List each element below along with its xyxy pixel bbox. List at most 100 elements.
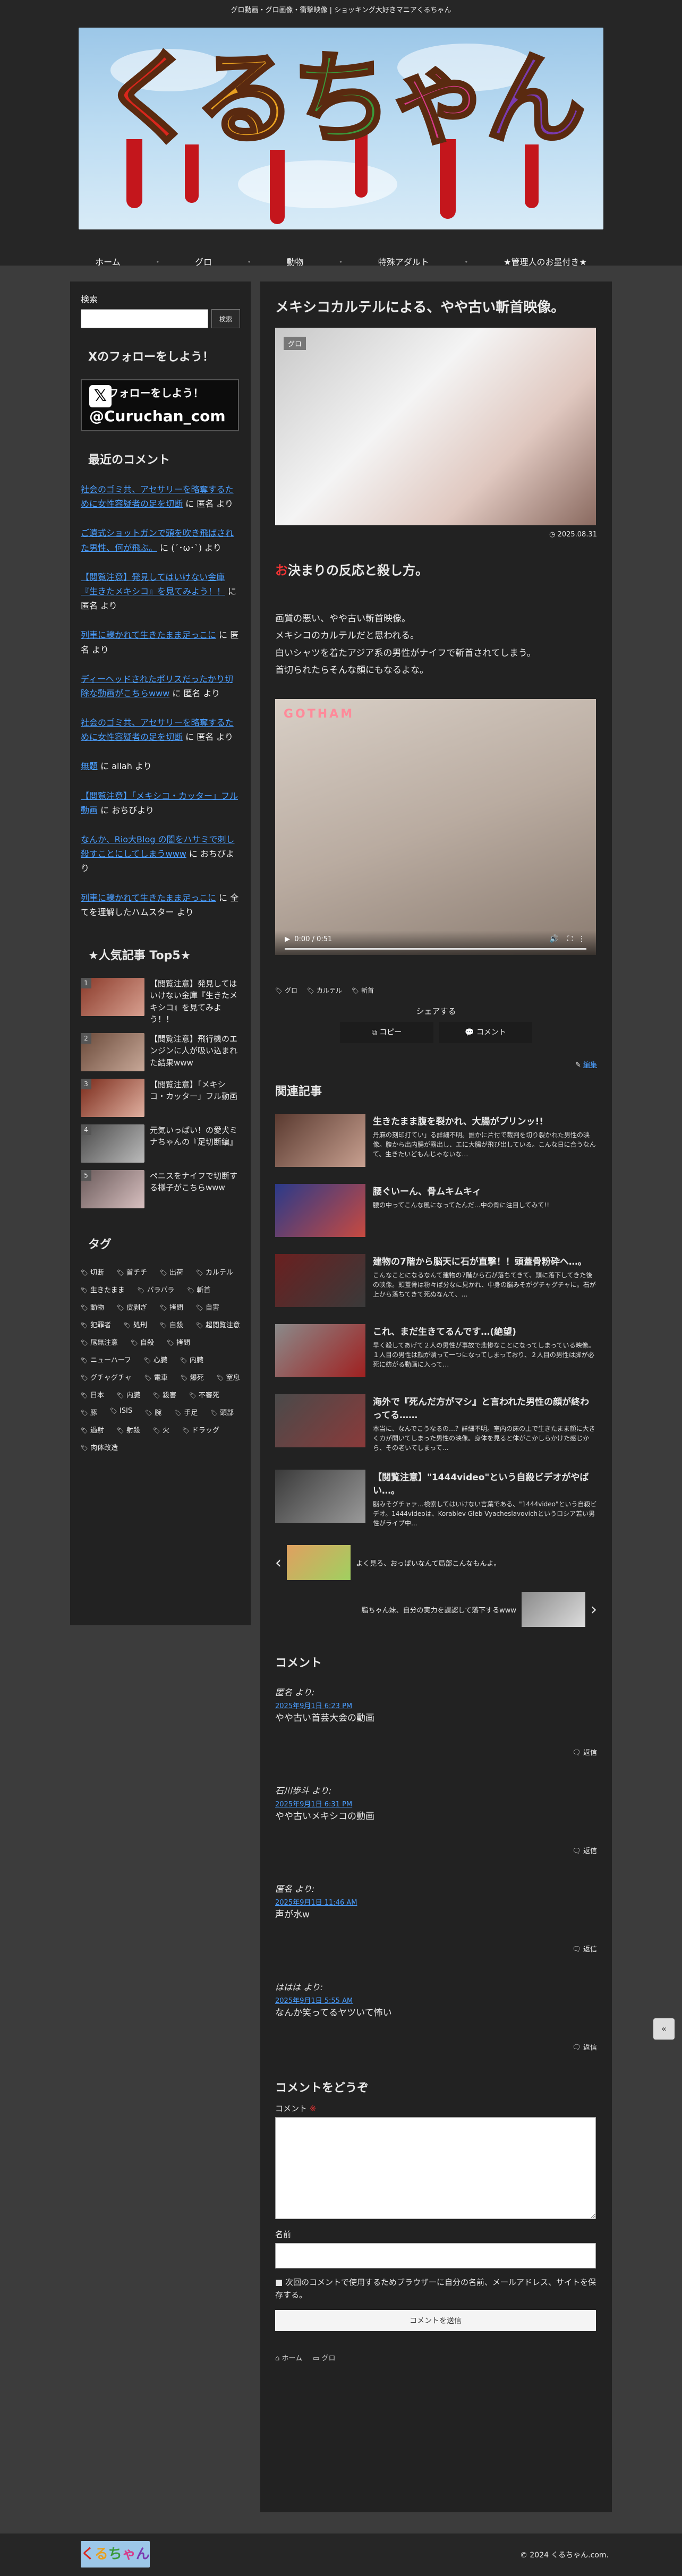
popular-title-text[interactable]: 【閲覧注意】「メキシコ・カッター」フル動画 [150,1079,240,1103]
popular-title-text[interactable]: ペニスをナイフで切断する様子がこちらwww [150,1170,240,1194]
edit-link[interactable]: ✎ 編集 [275,1059,597,1069]
related-thumb[interactable] [275,1254,365,1308]
submit-comment-button[interactable]: コメントを送信 [275,2310,596,2332]
related-thumb[interactable] [275,1324,365,1378]
category-badge[interactable]: グロ [284,337,306,350]
comment-date-link[interactable]: 2025年9月1日 6:23 PM [275,1702,352,1710]
popular-item[interactable]: 5 ペニスをナイフで切断する様子がこちらwww [81,1170,240,1208]
comment-textarea[interactable] [275,2117,596,2220]
recent-comment-link[interactable]: 列車に轢かれて生きたまま足っこに [81,893,216,903]
related-item-title[interactable]: 生きたまま腹を裂かれ、大腸がプリンッ!! [373,1114,597,1127]
tag-link[interactable]: 肉体改造 [81,1442,118,1452]
tag-link[interactable]: カルテル [196,1267,233,1277]
video-progress-bar[interactable] [285,948,586,950]
checkbox[interactable]: ■ [275,2278,283,2287]
reply-link[interactable]: 🗨 返信 [275,1747,597,1757]
tag-link[interactable]: ドラッグ [182,1425,219,1435]
tag-link[interactable]: 殺害 [153,1389,176,1400]
reply-link[interactable]: 🗨 返信 [275,2042,597,2052]
popular-item[interactable]: 2 【閲覧注意】飛行機のエンジンに人が吸い込まれた結果www [81,1033,240,1071]
related-thumb[interactable] [275,1184,365,1238]
reply-link[interactable]: 🗨 返信 [275,1845,597,1855]
related-item[interactable]: これ、まだ生きてるんです…(絶望) 早く殺してあげて２人の男性が事故で悲惨なことに… [275,1324,597,1378]
related-item-title[interactable]: 建物の7階から脳天に石が直撃！！頭蓋骨粉砕へ…。 [373,1254,597,1267]
tag-link[interactable]: 処刑 [124,1319,147,1329]
play-icon[interactable]: ▶ [285,935,290,943]
recent-comment-link[interactable]: 列車に轢かれて生きたまま足っこに [81,630,216,640]
tag-link[interactable]: ニューハーフ [81,1354,131,1364]
breadcrumb-category[interactable]: ▭ グロ [313,2352,335,2362]
tag-link[interactable]: 日本 [81,1389,104,1400]
tag-link[interactable]: 過射 [81,1425,104,1435]
tag-link[interactable]: 斬首 [187,1284,210,1294]
next-post-thumb[interactable] [522,1592,585,1627]
related-item-title[interactable]: これ、まだ生きてるんです…(絶望) [373,1324,597,1337]
tag-link[interactable]: 電車 [144,1372,168,1382]
nav-admin-picks[interactable]: ★管理人のお墨付き★ [504,255,587,268]
popular-item[interactable]: 4 元気いっぱい！の愛犬ミナちゃんの『足切断編』 [81,1124,240,1163]
chevron-right-icon[interactable]: › [591,1600,597,1619]
tag-link[interactable]: 窒息 [217,1372,240,1382]
chevron-left-icon[interactable]: ‹ [275,1554,282,1572]
comment-button[interactable]: 💬 コメント [439,1022,532,1044]
tag-link[interactable]: ISIS [110,1407,132,1417]
tag-link[interactable]: 心臓 [144,1354,167,1364]
popular-title-text[interactable]: 【閲覧注意】飛行機のエンジンに人が吸い込まれた結果www [150,1033,240,1069]
prev-post-title[interactable]: よく見ろ、おっぱいなんて局部こんなもんよ。 [356,1558,500,1568]
tag-link[interactable]: 拷問 [167,1337,190,1347]
nav-animals[interactable]: 動物 [286,255,303,268]
x-follow-banner[interactable]: Xのフォローをしよう！ 𝕏@Curuchan_com [81,379,239,431]
post-tag[interactable]: カルテル [307,986,342,995]
comment-date-link[interactable]: 2025年9月1日 6:31 PM [275,1801,352,1809]
tag-link[interactable]: グチャグチャ [81,1372,132,1382]
fullscreen-icon[interactable]: ⛶ [567,935,573,943]
post-tag[interactable]: グロ [275,986,297,995]
related-thumb[interactable] [275,1470,365,1523]
popular-item[interactable]: 1 【閲覧注意】発見してはいけない金庫『生きたメキシコ』を見てみよう！！ [81,977,240,1026]
related-item[interactable]: 海外で『死んだ方がマシ』と言われた男性の顔が終わってる…… 本当に、なんでこうなる… [275,1394,597,1453]
recent-comment-link[interactable]: 無題 [81,761,98,771]
tag-link[interactable]: 射殺 [117,1425,140,1435]
tag-link[interactable]: 爆死 [181,1372,204,1382]
recent-comment-link[interactable]: 【閲覧注意】発見してはいけない金庫『生きたメキシコ』を見てみよう！！ [81,572,225,596]
next-post-title[interactable]: 脂ちゃん妹、自分の実力を誤認して落下するwww [361,1605,516,1615]
save-info-checkbox-row[interactable]: ■ 次回のコメントで使用するためブラウザーに自分の名前、メールアドレス、サイトを… [275,2276,597,2301]
reply-link[interactable]: 🗨 返信 [275,1943,597,1954]
tag-link[interactable]: 切断 [81,1267,104,1277]
popular-title-text[interactable]: 元気いっぱい！の愛犬ミナちゃんの『足切断編』 [150,1124,240,1148]
tag-link[interactable]: 内臓 [117,1389,140,1400]
tag-link[interactable]: 拷問 [160,1302,183,1312]
tag-link[interactable]: 自殺 [160,1319,183,1329]
tag-link[interactable]: バラバラ [138,1284,175,1294]
tag-link[interactable]: 皮剥ぎ [117,1302,147,1312]
nav-gore[interactable]: グロ [195,255,212,268]
related-item-title[interactable]: 海外で『死んだ方がマシ』と言われた男性の顔が終わってる…… [373,1394,597,1421]
popular-item[interactable]: 3 【閲覧注意】「メキシコ・カッター」フル動画 [81,1078,240,1117]
comment-date-link[interactable]: 2025年9月1日 5:55 AM [275,1997,353,2005]
site-logo-banner[interactable]: くるちゃん [79,28,603,229]
prev-post-thumb[interactable] [287,1545,351,1581]
next-post-link[interactable]: 脂ちゃん妹、自分の実力を誤認して落下するwww › [275,1592,597,1627]
tag-link[interactable]: 自殺 [131,1337,154,1347]
related-item[interactable]: 腰ぐいーん、骨ムキムキィ 腰の中ってこんな風になってたんだ…中の骨に注目してみて!… [275,1184,597,1238]
tag-link[interactable]: 豚 [81,1407,97,1417]
footer-logo[interactable]: くるちゃん [81,2541,150,2568]
tag-link[interactable]: 手足 [174,1407,198,1417]
nav-home[interactable]: ホーム [95,255,121,268]
related-thumb[interactable] [275,1394,365,1448]
tag-link[interactable]: 生きたまま [81,1284,125,1294]
tag-link[interactable]: 内臓 [180,1354,203,1364]
popular-title-text[interactable]: 【閲覧注意】発見してはいけない金庫『生きたメキシコ』を見てみよう！！ [150,978,240,1026]
name-input[interactable] [275,2243,596,2269]
related-thumb[interactable] [275,1114,365,1167]
tag-link[interactable]: 犯罪者 [81,1319,111,1329]
comment-date-link[interactable]: 2025年9月1日 11:46 AM [275,1899,357,1907]
copy-button[interactable]: ⧉ コピー [340,1022,433,1044]
tag-link[interactable]: 動物 [81,1302,104,1312]
post-tag[interactable]: 斬首 [352,986,374,995]
prev-post-link[interactable]: ‹ よく見ろ、おっぱいなんて局部こんなもんよ。 [275,1545,597,1581]
tag-link[interactable]: 出荷 [160,1267,183,1277]
tag-link[interactable]: 不審死 [189,1389,219,1400]
related-item[interactable]: 建物の7階から脳天に石が直撃！！頭蓋骨粉砕へ…。 こんなことになるなんて建物の7階… [275,1254,597,1308]
tag-link[interactable]: 尾無注意 [81,1337,118,1347]
